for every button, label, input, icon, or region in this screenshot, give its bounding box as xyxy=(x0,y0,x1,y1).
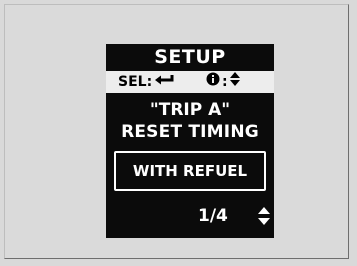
setup-title-bar: SETUP xyxy=(106,44,274,71)
scroll-arrows-icon xyxy=(258,207,270,225)
info-separator: : xyxy=(222,74,228,90)
select-hint: SEL: xyxy=(118,71,174,93)
outer-frame: SETUP SEL:: "TRIP A" RESET TIMING WITH … xyxy=(4,4,349,259)
selected-option-label: WITH REFUEL xyxy=(132,162,248,180)
setup-display: SETUP SEL:: "TRIP A" RESET TIMING WITH … xyxy=(106,44,274,238)
setup-title: SETUP xyxy=(154,46,226,68)
up-down-arrows-icon xyxy=(229,71,240,93)
setting-panel: "TRIP A" RESET TIMING WITH REFUEL 1/4 xyxy=(106,93,274,238)
enter-arrow-icon xyxy=(154,71,174,93)
selected-option-box[interactable]: WITH REFUEL xyxy=(114,151,266,191)
info-icon xyxy=(206,71,220,93)
setting-subtitle: RESET TIMING xyxy=(121,122,259,142)
control-hint-row: SEL: : xyxy=(106,71,274,93)
setting-name: "TRIP A" xyxy=(149,100,231,120)
page-indicator: 1/4 xyxy=(198,206,228,226)
info-hint: : xyxy=(206,71,240,93)
select-label: SEL: xyxy=(118,74,153,90)
